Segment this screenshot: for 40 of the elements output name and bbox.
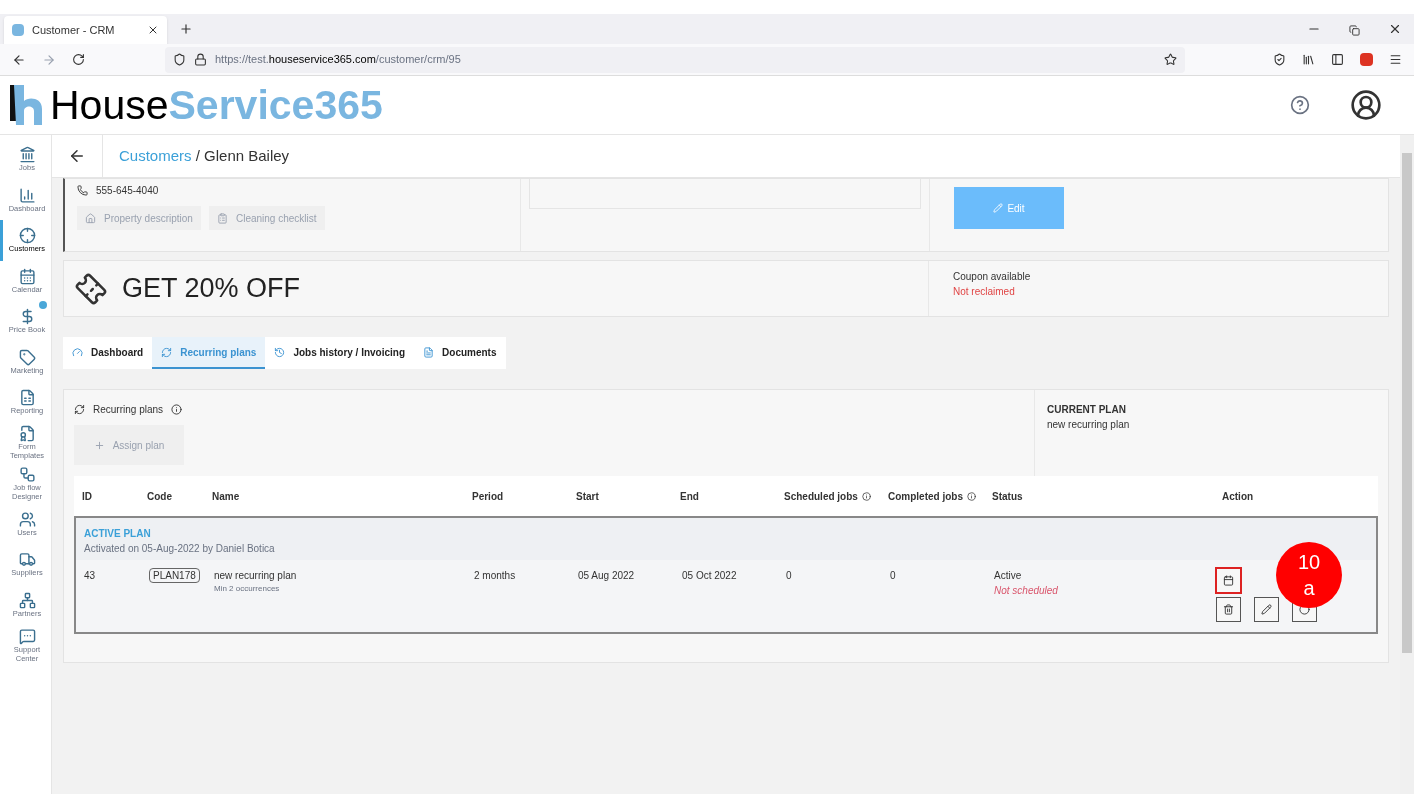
table-cell: 43 bbox=[84, 570, 96, 581]
plan-code-tag: PLAN178 bbox=[149, 568, 200, 583]
logo-text: HouseService365 bbox=[50, 84, 383, 126]
phone-number: 555-645-4040 bbox=[96, 184, 159, 198]
current-plan-label: CURRENT PLAN bbox=[1047, 403, 1127, 417]
plan-note: Min 2 occurrences bbox=[214, 583, 281, 595]
coupon-label: Coupon available bbox=[953, 270, 1032, 284]
tab[interactable]: Jobs history / Invoicing bbox=[265, 337, 415, 369]
coupon-title: GET 20% OFF bbox=[122, 272, 301, 306]
browser-tab[interactable]: Customer - CRM bbox=[4, 16, 167, 44]
group-title: ACTIVE PLAN bbox=[84, 527, 152, 541]
section-title: Recurring plans bbox=[93, 403, 164, 417]
address-bar[interactable]: https://test.houseservice365.com/customer/crm/95 bbox=[165, 46, 1185, 73]
column-header: Action bbox=[1222, 490, 1254, 502]
tab[interactable]: Documents bbox=[414, 337, 506, 369]
group-subtitle: Activated on 05-Aug-2022 by Daniel Botica bbox=[84, 542, 276, 556]
table-cell: 2 months bbox=[474, 570, 516, 581]
column-header: Start bbox=[576, 490, 599, 502]
url-text: https://test.houseservice365.com/customer/crm/95 bbox=[215, 52, 461, 68]
column-header: Completed jobs bbox=[888, 490, 963, 502]
column-header: Period bbox=[472, 490, 504, 502]
breadcrumb: Customers / Glenn Bailey bbox=[119, 145, 290, 166]
table-cell: 05 Aug 2022 bbox=[578, 570, 635, 581]
tab[interactable]: Dashboard bbox=[63, 337, 153, 369]
tab-title: Customer - CRM bbox=[32, 22, 116, 38]
table-cell-text: new recurring plan bbox=[214, 569, 298, 583]
table-cell: 0 bbox=[786, 570, 792, 581]
table-cell: 0 bbox=[890, 570, 896, 581]
column-header: Status bbox=[992, 490, 1023, 502]
column-header: End bbox=[680, 490, 699, 502]
status-text: Active bbox=[994, 569, 1023, 583]
column-header: Scheduled jobs bbox=[784, 490, 858, 502]
coupon-status: Not reclaimed bbox=[953, 285, 1016, 299]
column-header: Code bbox=[147, 490, 172, 502]
current-plan-name: new recurring plan bbox=[1047, 418, 1131, 432]
column-header: ID bbox=[82, 490, 92, 502]
column-header: Name bbox=[212, 490, 240, 502]
table-cell: 05 Oct 2022 bbox=[682, 570, 737, 581]
tab[interactable]: Recurring plans bbox=[152, 337, 266, 369]
status-note: Not scheduled bbox=[994, 584, 1059, 598]
